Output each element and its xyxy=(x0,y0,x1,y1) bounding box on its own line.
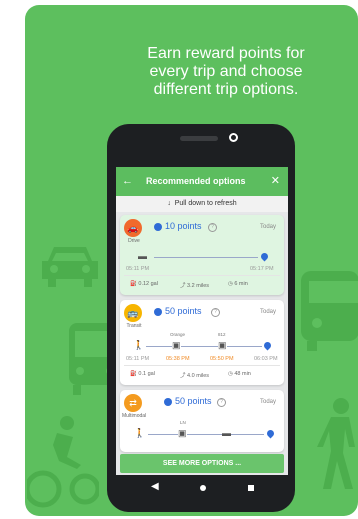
car-icon: 🚗 xyxy=(124,219,142,237)
car-icon: ▬ xyxy=(222,428,231,438)
arrow-down-icon: ↓ xyxy=(167,200,171,207)
duration-value: 48 min xyxy=(234,371,251,377)
mode-label: Multimodal xyxy=(122,413,147,419)
mode-label: Transit xyxy=(126,323,142,329)
headline-line-3: different trip options. xyxy=(153,81,299,98)
points-value: 10 points xyxy=(165,221,202,231)
cyclist-illustration-icon xyxy=(27,416,99,508)
speaker-grille xyxy=(180,136,218,141)
pedestrian-illustration-icon xyxy=(317,398,355,489)
duration-stat: ◷ 48 min xyxy=(228,371,251,377)
app-bar: ← Recommended options ✕ xyxy=(116,167,288,196)
phone-top-bezel xyxy=(107,124,295,166)
bus-icon: ▣ xyxy=(218,340,227,351)
help-icon[interactable]: ? xyxy=(211,308,220,317)
depart-time: 05:11 PM xyxy=(126,356,150,362)
bus-icon: 🚌 xyxy=(124,304,142,322)
destination-pin-icon xyxy=(262,340,273,351)
walk-icon: 🚶 xyxy=(134,428,146,438)
distance-value: 4.0 miles xyxy=(187,373,210,379)
route-line xyxy=(154,257,258,258)
fuel-value: 0.12 gal xyxy=(138,281,158,287)
route-line xyxy=(146,346,262,347)
divider xyxy=(124,275,280,276)
arrow-left-icon[interactable]: ← xyxy=(122,175,133,187)
close-icon[interactable]: ✕ xyxy=(271,174,280,187)
android-nav-bar: ◀ xyxy=(107,478,295,498)
distance-stat: ⤴ 3.2 miles xyxy=(180,281,209,289)
stop-name: LN xyxy=(180,420,186,425)
fuel-icon: ⛽ xyxy=(130,371,137,377)
trip-option-drive[interactable]: 🚗 Drive 10 points ? Today ▬ 05:11 PM 05:… xyxy=(120,215,284,295)
fuel-icon: ⛽ xyxy=(130,281,137,287)
help-icon[interactable]: ? xyxy=(208,223,217,232)
duration-stat: ◷ 6 min xyxy=(228,281,248,287)
stop-time: 05:38 PM xyxy=(166,356,190,362)
multimodal-icon: ⇄ xyxy=(124,394,142,412)
headline-line-2: every trip and choose xyxy=(149,63,303,80)
front-camera xyxy=(229,133,238,142)
nav-recents-icon[interactable] xyxy=(248,485,254,491)
car-icon: ▬ xyxy=(138,251,147,261)
divider xyxy=(124,365,280,366)
clock-icon: ◷ xyxy=(228,281,233,287)
stop-time: 05:50 PM xyxy=(210,356,234,362)
headline-line-1: Earn reward points for xyxy=(147,45,305,62)
trip-option-transit[interactable]: 🚌 Transit 50 points ? Today Orange 812 🚶… xyxy=(120,300,284,385)
refresh-label: Pull down to refresh xyxy=(174,200,237,207)
mode-label: Drive xyxy=(128,238,140,244)
points-value: 50 points xyxy=(175,396,212,406)
trip-day: Today xyxy=(259,224,276,230)
trip-day: Today xyxy=(259,309,276,315)
distance-value: 3.2 miles xyxy=(187,283,210,289)
fuel-stat: ⛽ 0.1 gal xyxy=(130,371,155,377)
distance-icon: ⤴ xyxy=(180,373,186,379)
pull-to-refresh-hint: ↓ Pull down to refresh xyxy=(116,196,288,212)
app-bar-title: Recommended options xyxy=(146,176,246,186)
bus-icon: ▣ xyxy=(178,428,187,439)
stop-name: Orange xyxy=(170,332,186,337)
nav-home-icon[interactable] xyxy=(200,485,206,491)
duration-value: 6 min xyxy=(234,281,248,287)
trip-option-multimodal[interactable]: ⇄ Multimodal 50 points ? Today LN 🚶 ▣ ▬ xyxy=(120,390,284,452)
route-line xyxy=(148,434,264,435)
destination-pin-icon xyxy=(265,428,276,439)
clock-icon: ◷ xyxy=(228,371,233,377)
nav-back-icon[interactable]: ◀ xyxy=(151,481,159,492)
points-coin-icon xyxy=(154,308,162,316)
arrive-time: 06:03 PM xyxy=(254,356,278,362)
app-screen: ← Recommended options ✕ ↓ Pull down to r… xyxy=(116,167,288,475)
bus-icon: ▣ xyxy=(172,340,181,351)
depart-time: 05:11 PM xyxy=(126,266,150,272)
trip-day: Today xyxy=(259,399,276,405)
points-coin-icon xyxy=(164,398,172,406)
stop-name: 812 xyxy=(218,332,226,337)
promo-headline: Earn reward points for every trip and ch… xyxy=(95,45,357,99)
points-value: 50 points xyxy=(165,306,202,316)
distance-icon: ⤴ xyxy=(180,283,186,289)
points-coin-icon xyxy=(154,223,162,231)
distance-stat: ⤴ 4.0 miles xyxy=(180,371,209,379)
fuel-value: 0.1 gal xyxy=(138,371,155,377)
arrive-time: 05:17 PM xyxy=(250,266,274,272)
destination-pin-icon xyxy=(259,251,270,262)
walk-icon: 🚶 xyxy=(133,340,145,350)
see-more-options-button[interactable]: SEE MORE OPTIONS ... xyxy=(120,454,284,473)
help-icon[interactable]: ? xyxy=(217,398,226,407)
truck-illustration-icon xyxy=(301,271,358,351)
car-illustration-icon xyxy=(42,247,98,287)
fuel-stat: ⛽ 0.12 gal xyxy=(130,281,158,287)
